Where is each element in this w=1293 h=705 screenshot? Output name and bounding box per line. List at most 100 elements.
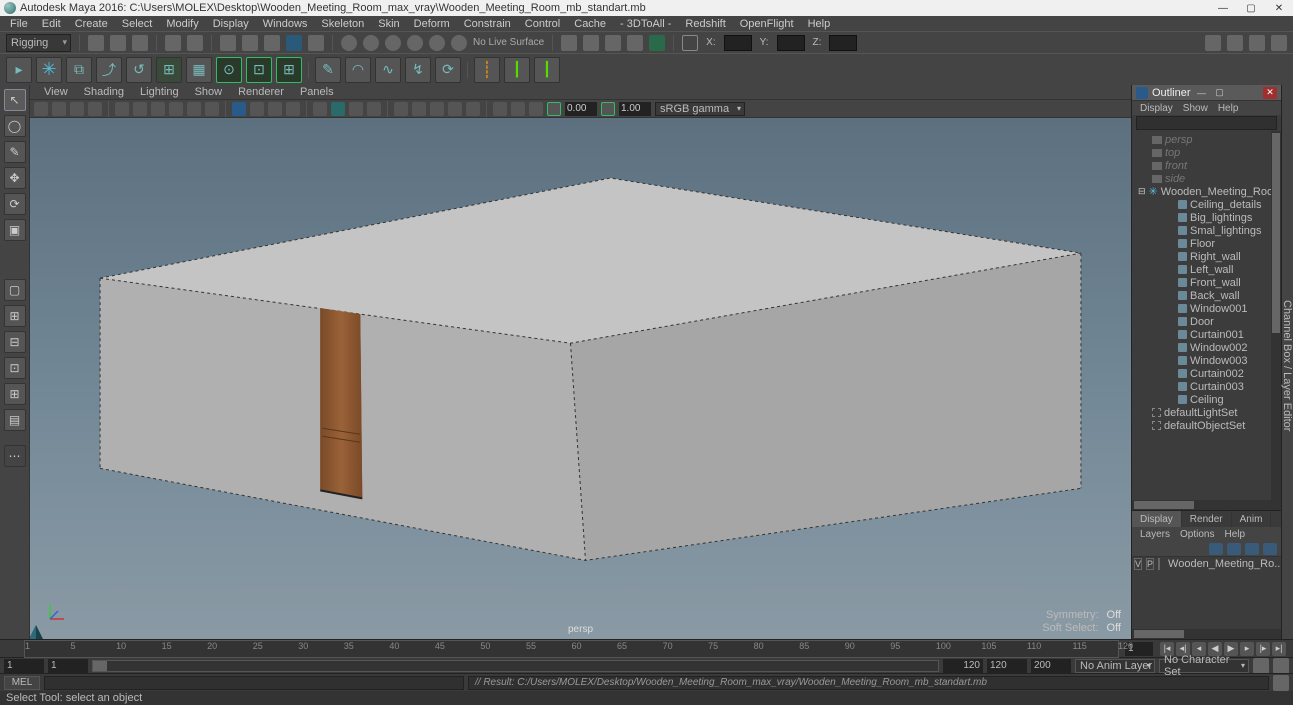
shadows-icon[interactable] [286,102,300,116]
range-start-inner[interactable]: 1 [48,659,88,673]
camera-bookmark-icon[interactable] [52,102,66,116]
tree-item-front[interactable]: front [1165,160,1187,172]
menu-display[interactable]: Display [207,18,255,30]
light-icon[interactable] [394,102,408,116]
close-button[interactable]: ✕ [1265,0,1293,16]
snap-curve-icon[interactable] [363,35,379,51]
paint-tool-icon[interactable]: ✎ [4,141,26,163]
gate-mask-icon[interactable] [169,102,183,116]
step-forward-key-button[interactable]: |▸ [1256,642,1270,656]
panel-menu-renderer[interactable]: Renderer [232,86,290,98]
tree-item[interactable]: Big_lightings [1134,211,1281,224]
exposure-c-icon[interactable] [529,102,543,116]
menu-3dtoall[interactable]: - 3DToAll - [614,18,677,30]
command-input[interactable] [44,676,464,690]
lasso-mode-icon[interactable] [242,35,258,51]
range-start-outer[interactable]: 1 [4,659,44,673]
layer-new-selected-icon[interactable] [1227,543,1241,555]
tree-item-persp[interactable]: persp [1165,134,1193,146]
safe-action-icon[interactable] [205,102,219,116]
shelf-tab-selector-icon[interactable]: ▸ [6,57,32,83]
hypershade-icon[interactable] [649,35,665,51]
layout-four-icon[interactable]: ⊞ [4,305,26,327]
layer-down-icon[interactable] [1263,543,1277,555]
shelf-bend-icon[interactable]: ⤴ [96,57,122,83]
layout-expert-icon[interactable] [1249,35,1265,51]
grid-toggle-icon[interactable] [115,102,129,116]
render-frame-icon[interactable] [583,35,599,51]
tree-item[interactable]: Right_wall [1134,250,1281,263]
snap-grid-icon[interactable] [341,35,357,51]
layer-menu-options[interactable]: Options [1176,529,1218,540]
menu-create[interactable]: Create [69,18,114,30]
layer-hscroll[interactable] [1132,629,1281,639]
tree-expander-icon[interactable] [1166,265,1175,274]
character-set-selector[interactable]: No Character Set [1159,659,1249,673]
layer-menu-help[interactable]: Help [1220,529,1249,540]
tree-item[interactable]: Curtain001 [1134,328,1281,341]
tree-item[interactable]: Front_wall [1134,276,1281,289]
layer-up-icon[interactable] [1245,543,1259,555]
menu-control[interactable]: Control [519,18,566,30]
gamma-value[interactable]: 1.00 [619,102,651,116]
shelf-ik-icon[interactable]: ⊡ [246,57,272,83]
menu-deform[interactable]: Deform [408,18,456,30]
shelf-wire-icon[interactable]: ⟳ [435,57,461,83]
tree-expander-icon[interactable] [1166,200,1175,209]
layout-three-icon[interactable]: ⊞ [4,383,26,405]
workspace-selector[interactable]: Rigging [6,34,71,52]
menu-windows[interactable]: Windows [257,18,314,30]
color-transform-selector[interactable]: sRGB gamma [655,102,745,116]
snap-view-icon[interactable] [451,35,467,51]
rotate-tool-icon[interactable]: ⟳ [4,193,26,215]
menu-cache[interactable]: Cache [568,18,612,30]
open-scene-icon[interactable] [110,35,126,51]
snap-live-icon[interactable] [429,35,445,51]
panel-menu-lighting[interactable]: Lighting [134,86,185,98]
lasso-tool-icon[interactable]: ◯ [4,115,26,137]
2d-pan-icon[interactable] [88,102,102,116]
shelf-cluster-icon[interactable]: ⊞ [156,57,182,83]
layout-two-v-icon[interactable]: ⊡ [4,357,26,379]
layout-more-icon[interactable]: ⋯ [4,445,26,467]
exposure-lock-icon[interactable] [547,102,561,116]
panel-menu-view[interactable]: View [38,86,74,98]
tree-expander-icon[interactable] [1166,343,1175,352]
exposure-a-icon[interactable] [493,102,507,116]
script-editor-icon[interactable] [1273,675,1289,691]
goto-end-button[interactable]: ▸| [1272,642,1286,656]
paint-select-icon[interactable] [264,35,280,51]
layer-menu-layers[interactable]: Layers [1136,529,1174,540]
range-end-outer[interactable]: 200 [1031,659,1071,673]
field-chart-icon[interactable] [187,102,201,116]
tree-item[interactable]: Curtain002 [1134,367,1281,380]
layout-outliner-icon[interactable]: ▤ [4,409,26,431]
tree-expander-icon[interactable] [1166,395,1175,404]
shelf-sculpt-icon[interactable]: ∿ [375,57,401,83]
outliner-menu-display[interactable]: Display [1136,103,1177,114]
use-lights-icon[interactable] [268,102,282,116]
tree-expander-icon[interactable] [1166,317,1175,326]
tree-expander-icon[interactable] [1166,369,1175,378]
time-slider[interactable]: 1510152025303540455055606570758085909510… [0,639,1293,657]
menu-redshift[interactable]: Redshift [679,18,731,30]
shelf-constraint-b-icon[interactable]: ┃ [534,57,560,83]
side-tab-channelbox[interactable]: Channel Box / Layer Editor [1281,300,1293,431]
menu-select[interactable]: Select [116,18,159,30]
range-end-inner[interactable]: 120 [987,659,1027,673]
select-mode-icon[interactable] [220,35,236,51]
new-scene-icon[interactable] [88,35,104,51]
layout-two-h-icon[interactable]: ⊟ [4,331,26,353]
component-mode-icon[interactable] [308,35,324,51]
viewport-persp[interactable]: persp Symmetry:Off Soft Select:Off [30,118,1131,639]
layer-visible-toggle[interactable]: V [1134,558,1142,570]
shelf-constraint-a-icon[interactable]: ┃ [504,57,530,83]
panel-menu-panels[interactable]: Panels [294,86,340,98]
scale-tool-icon[interactable]: ▣ [4,219,26,241]
menu-help[interactable]: Help [802,18,837,30]
tab-display[interactable]: Display [1132,511,1182,527]
tree-item[interactable]: Window002 [1134,341,1281,354]
tree-expander-icon[interactable] [1166,252,1175,261]
shelf-ruler-icon[interactable] [474,57,500,83]
snap-point-icon[interactable] [385,35,401,51]
